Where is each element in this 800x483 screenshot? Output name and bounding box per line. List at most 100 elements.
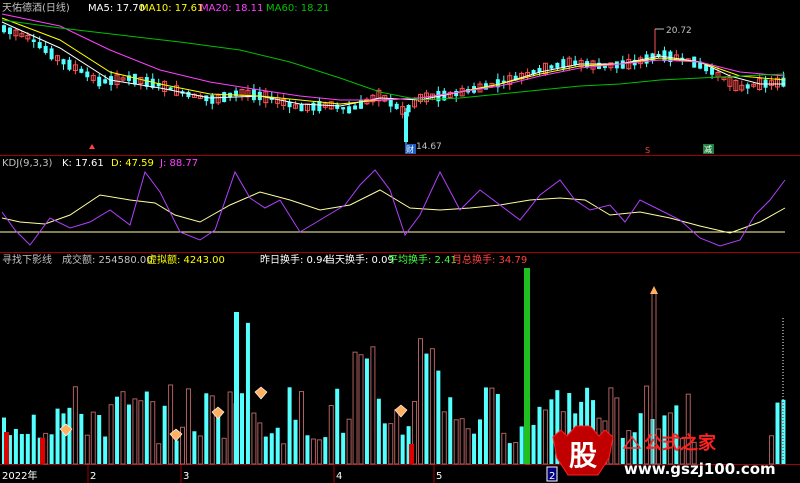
volume-bar-down [507,443,512,464]
volume-bar-down [775,402,780,464]
volume-bar-down [495,394,500,464]
candle-down [394,103,399,109]
volume-bar-up [418,338,423,465]
kdj-lines [0,169,786,247]
volume-bar-up [72,386,78,465]
candle-down [204,95,209,102]
volume-bar-down [638,413,643,464]
candle-down [341,107,346,110]
candle-down [31,39,36,42]
month-turnover-label: 月总换手: 34.79 [452,253,527,266]
volume-bar-up [441,411,447,465]
volume-bar-down [269,433,274,464]
volume-bar-down [537,406,542,464]
volume-bar-up [132,398,138,465]
low-label: 14.67 [416,142,442,152]
kdj-name: KDJ(9,3,3) [2,158,53,169]
finance-badge-label: 财 [406,144,414,154]
date-month-label: 5 [436,471,442,482]
candle-down [103,79,108,84]
volume-bar-red [40,438,45,464]
volume-bar-down [245,322,250,464]
volume-bar-down [204,393,209,464]
candle-down [251,89,256,101]
volume-bar-up [501,432,507,465]
candle-down [97,76,102,87]
date-month-label: 4 [336,471,342,482]
volume-bar-up [108,404,114,465]
volume-bar-down [103,436,108,464]
candle-down [186,91,191,98]
volume-bar-up [453,419,459,465]
candle-down [347,106,352,114]
date-year-label: 2022年 [2,469,37,482]
volume-bar-down [335,388,340,464]
candle-down [353,105,358,110]
prev-turnover-label: 昨日换手: 0.94 [260,253,329,266]
diamond-icon [394,404,408,418]
volume-bar-up [138,400,144,465]
high-label: 20.72 [666,26,692,36]
candle-down [404,112,408,142]
candle-down [781,77,786,87]
volume-bar-down [61,413,66,464]
volume-bar-up [358,354,364,465]
volume-bar-down [25,433,30,464]
volume-bar-up [209,395,215,465]
candle-down [79,68,84,73]
volume-bar-up [429,348,435,465]
kdj-d-label: D: 47.59 [111,158,154,169]
candle-down [43,46,48,53]
candle-down [454,90,459,97]
volume-bar-down [781,399,786,464]
volume-bar-up [352,351,358,465]
volume-bar-up [316,439,322,465]
volume-bar-down [144,391,149,464]
candle-down [85,71,90,78]
volume-bar-up [156,443,162,465]
volume-bar-down [162,405,167,464]
volume-bar-down [19,434,24,464]
volume-bar-down [305,435,310,464]
volume-bar-down [115,396,120,464]
volume-indicator-name: 寻找下影线 [2,253,52,266]
volume-bar-down [519,426,524,464]
date-month-label: 2 [90,471,96,482]
volume-bar-up [328,404,334,465]
volume-bar-down [67,407,72,464]
volume-bar-down [31,414,36,464]
stock-chart[interactable]: 天佑德酒(日线) MA5: 17.70 MA10: 17.61 MA20: 18… [0,0,800,483]
reduce-badge-label: 减 [704,144,712,154]
volume-bar-up [281,443,287,465]
volume-bar-down [376,398,381,464]
volume-bar-up [227,391,233,465]
volume-bar-down [275,427,280,464]
candle-down [662,50,667,62]
volume-bar-up [120,391,126,465]
volume-bar-up [168,384,174,465]
kdj-d-line [1,189,786,234]
volume-bar-up [459,418,465,465]
kdj-j-label: J: 88.77 [159,158,198,169]
watermark-logo: 股 公式之家 www.gszj100.com [552,425,776,478]
candle-down [549,65,554,69]
volume-bar-up [185,388,191,465]
volume-bar-down [341,432,346,464]
volume-bar-up [465,428,471,465]
peak-arrow-icon [650,286,658,294]
volume-bar-down [192,431,197,464]
volume-bar-down [424,353,429,464]
volume-bar-up [221,437,227,465]
volume-bar-up [257,422,263,465]
event-marker-icon [89,144,95,149]
volume-bar-up [513,442,519,465]
volume-bar-up [90,411,96,465]
price-candles[interactable] [2,24,786,146]
candle-down [299,104,304,112]
volume-bar-down [263,436,268,464]
volume-bar-down [216,411,221,464]
candle-down [67,59,72,70]
volume-bar-down [531,424,536,464]
candle-down [620,60,625,69]
candle-down [210,95,215,104]
